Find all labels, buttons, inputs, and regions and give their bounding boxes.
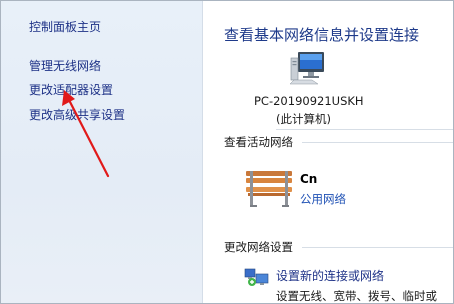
sidebar: 控制面板主页 管理无线网络 更改适配器设置 更改高级共享设置 [1,1,203,303]
network-name: Cn [300,172,318,186]
setup-connection-link[interactable]: 设置新的连接或网络 [276,267,384,284]
computer-subtitle: (此计算机) [276,112,331,126]
network-setup-icon [244,268,269,286]
network-type-link[interactable]: 公用网络 [300,191,346,207]
divider [276,129,453,130]
divider [302,247,453,248]
sidebar-item-control-panel-home[interactable]: 控制面板主页 [29,18,101,35]
divider [302,142,453,143]
setup-connection-description: 设置无线、宽带、拨号、临时或 [276,289,437,303]
active-networks-label: 查看活动网络 [224,135,293,149]
sidebar-item-change-adapter-settings[interactable]: 更改适配器设置 [29,81,113,98]
page-title: 查看基本网络信息并设置连接 [224,26,420,44]
main-panel: 查看基本网络信息并设置连接 PC-20190921USKH (此计算机) 查看活… [204,1,453,303]
bench-icon [246,171,292,207]
sidebar-item-change-advanced-sharing[interactable]: 更改高级共享设置 [29,106,125,123]
computer-name: PC-20190921USKH [254,94,364,108]
computer-icon [289,52,324,85]
sidebar-item-manage-wireless[interactable]: 管理无线网络 [29,57,101,74]
change-settings-label: 更改网络设置 [224,240,293,254]
